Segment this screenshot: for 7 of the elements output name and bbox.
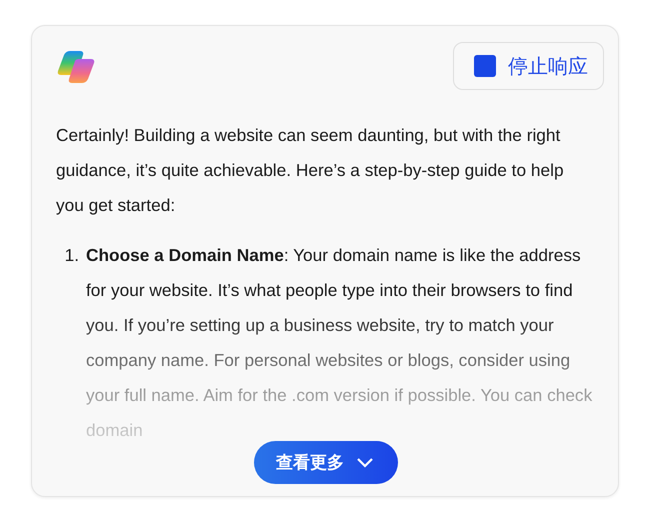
chevron-down-icon — [356, 457, 374, 468]
step-number: 1. — [64, 244, 80, 267]
stop-icon — [474, 55, 496, 77]
show-more-button[interactable]: 查看更多 — [254, 441, 398, 484]
intro-paragraph: Certainly! Building a website can seem daunting, but with the right guidance, it’s quite achievable. Here’s a step-by-step guide to help you get started: — [56, 124, 565, 217]
stop-response-button[interactable]: 停止响应 — [453, 42, 604, 90]
logo-icon — [56, 49, 96, 85]
